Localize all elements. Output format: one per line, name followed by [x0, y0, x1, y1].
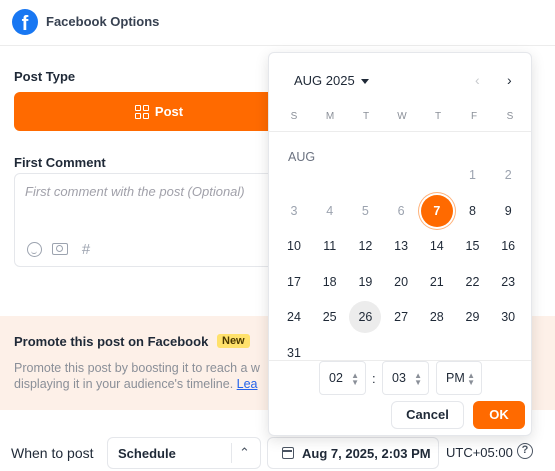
calendar-day-27[interactable]: 27	[385, 301, 417, 333]
post-type-label: Post Type	[14, 69, 76, 84]
learn-more-link[interactable]: Lea	[237, 377, 258, 391]
help-icon[interactable]: ?	[517, 443, 533, 459]
calendar-day-16[interactable]: 16	[492, 230, 524, 262]
calendar-day-5[interactable]: 5	[349, 195, 381, 227]
calendar-day-14[interactable]: 14	[421, 230, 453, 262]
calendar-day-22[interactable]: 22	[457, 266, 489, 298]
minute-value: 03	[392, 371, 406, 385]
promote-line-1: Promote this post by boosting it to reac…	[14, 361, 260, 375]
calendar-day-18[interactable]: 18	[314, 266, 346, 298]
weekday-label: F	[470, 111, 478, 122]
ok-button[interactable]: OK	[473, 401, 525, 429]
schedule-bar: When to post Schedule ⌃ Aug 7, 2025, 2:0…	[0, 434, 555, 471]
calendar-day-31[interactable]: 31	[278, 337, 310, 369]
when-to-post-label: When to post	[11, 445, 94, 461]
calendar-day-10[interactable]: 10	[278, 230, 310, 262]
calendar-day-20[interactable]: 20	[385, 266, 417, 298]
cancel-button[interactable]: Cancel	[391, 401, 464, 429]
calendar-day-9[interactable]: 9	[492, 195, 524, 227]
post-type-post-label: Post	[154, 104, 184, 119]
next-month-icon[interactable]: ›	[507, 72, 512, 88]
divider	[269, 131, 531, 132]
calendar-day-26[interactable]: 26	[349, 301, 382, 333]
post-type-post-button[interactable]: Post	[14, 92, 304, 131]
date-picker-popup: AUG 2025 ‹ › S M T W T F S AUG 123456789…	[268, 52, 532, 436]
calendar-day-25[interactable]: 25	[314, 301, 346, 333]
chevron-up-icon[interactable]: ⌃	[239, 445, 250, 461]
weekday-label: M	[325, 111, 335, 122]
month-label: AUG	[288, 150, 316, 164]
stepper-icon: ▲ ▼	[351, 371, 359, 387]
comment-toolbar: #	[25, 240, 95, 258]
calendar-day-28[interactable]: 28	[421, 301, 453, 333]
promote-title: Promote this post on Facebook	[14, 334, 209, 349]
stepper-icon: ▲ ▼	[467, 371, 475, 387]
calendar-day-8[interactable]: 8	[457, 195, 489, 227]
calendar-day-21[interactable]: 21	[421, 266, 453, 298]
timezone-label: UTC+05:00	[446, 445, 513, 460]
schedule-mode-value: Schedule	[118, 446, 176, 461]
calendar-day-3[interactable]: 3	[278, 195, 310, 227]
calendar-icon	[282, 447, 294, 459]
camera-icon[interactable]	[51, 240, 69, 258]
calendar-day-11[interactable]: 11	[314, 230, 346, 262]
grid-icon	[134, 104, 149, 119]
caret-down-icon[interactable]	[361, 79, 369, 84]
calendar-day-7[interactable]: 7	[420, 194, 453, 227]
weekday-header: S M T W T F S	[276, 111, 528, 122]
calendar-day-12[interactable]: 12	[349, 230, 381, 262]
calendar-day-4[interactable]: 4	[314, 195, 346, 227]
hour-value: 02	[329, 371, 343, 385]
meridiem-value: PM	[446, 371, 465, 385]
calendar-day-24[interactable]: 24	[278, 301, 310, 333]
new-badge: New	[217, 334, 250, 348]
prev-month-icon[interactable]: ‹	[475, 72, 480, 88]
weekday-label: S	[290, 111, 298, 122]
header-title: Facebook Options	[46, 14, 160, 29]
weekday-label: W	[397, 111, 407, 122]
calendar-day-30[interactable]: 30	[492, 301, 524, 333]
minute-select[interactable]: 03 ▲ ▼	[382, 361, 429, 395]
first-comment-input[interactable]	[25, 184, 285, 199]
calendar-day-2[interactable]: 2	[492, 159, 524, 191]
schedule-mode-select[interactable]: Schedule ⌃	[107, 437, 261, 469]
calendar-day-17[interactable]: 17	[278, 266, 310, 298]
datetime-button[interactable]: Aug 7, 2025, 2:03 PM	[267, 437, 439, 469]
month-year-select[interactable]: AUG 2025	[294, 73, 355, 88]
header: f Facebook Options	[0, 0, 555, 46]
calendar-day-23[interactable]: 23	[492, 266, 524, 298]
stepper-icon: ▲ ▼	[414, 371, 422, 387]
datetime-value: Aug 7, 2025, 2:03 PM	[302, 446, 431, 461]
hour-select[interactable]: 02 ▲ ▼	[319, 361, 366, 395]
promote-description: Promote this post by boosting it to reac…	[14, 360, 272, 392]
weekday-label: T	[362, 111, 370, 122]
first-comment-label: First Comment	[14, 155, 106, 170]
calendar-day-1[interactable]: 1	[457, 159, 489, 191]
calendar-day-19[interactable]: 19	[349, 266, 381, 298]
time-colon: :	[372, 371, 376, 386]
promote-line-2: displaying it in your audience's timelin…	[14, 377, 258, 391]
calendar-day-15[interactable]: 15	[457, 230, 489, 262]
calendar-day-6[interactable]: 6	[385, 195, 417, 227]
calendar-day-29[interactable]: 29	[457, 301, 489, 333]
weekday-label: S	[506, 111, 514, 122]
meridiem-select[interactable]: PM ▲ ▼	[436, 361, 482, 395]
weekday-label: T	[434, 111, 442, 122]
facebook-icon: f	[12, 9, 38, 35]
calendar-day-13[interactable]: 13	[385, 230, 417, 262]
hashtag-icon[interactable]: #	[77, 240, 95, 258]
smile-icon[interactable]	[25, 240, 43, 258]
select-divider	[231, 443, 232, 463]
